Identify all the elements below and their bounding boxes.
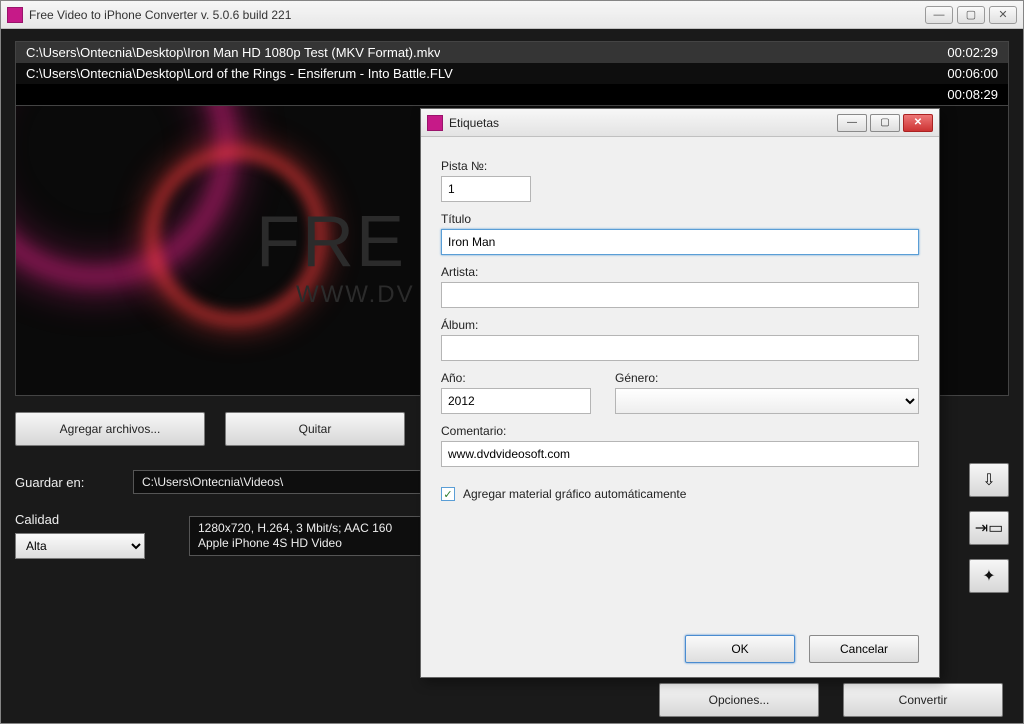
file-path: C:\Users\Ontecnia\Desktop\Lord of the Ri… (26, 66, 453, 81)
cancel-button[interactable]: Cancelar (809, 635, 919, 663)
app-icon (7, 7, 23, 23)
add-files-button[interactable]: Agregar archivos... (15, 412, 205, 446)
dialog-close-button[interactable]: ✕ (903, 114, 933, 132)
file-list[interactable]: C:\Users\Ontecnia\Desktop\Iron Man HD 10… (15, 41, 1009, 106)
main-titlebar: Free Video to iPhone Converter v. 5.0.6 … (1, 1, 1023, 29)
brand-watermark: FRE (256, 201, 406, 283)
artist-input[interactable] (441, 282, 919, 308)
move-down-button[interactable]: ⇩ (969, 463, 1009, 497)
dialog-maximize-button[interactable]: ▢ (870, 114, 900, 132)
comment-input[interactable] (441, 441, 919, 467)
file-total-row: 00:08:29 (16, 84, 1008, 105)
year-input[interactable] (441, 388, 591, 414)
file-duration: 00:06:00 (947, 66, 998, 81)
dialog-minimize-button[interactable]: — (837, 114, 867, 132)
minimize-button[interactable]: — (925, 6, 953, 24)
total-duration: 00:08:29 (947, 87, 998, 102)
track-input[interactable] (441, 176, 531, 202)
convert-button[interactable]: Convertir (843, 683, 1003, 717)
album-label: Álbum: (441, 318, 919, 332)
year-genre-row: Año: Género: (441, 371, 919, 414)
dialog-window-controls: — ▢ ✕ (837, 114, 933, 132)
window-title: Free Video to iPhone Converter v. 5.0.6 … (29, 8, 925, 22)
dialog-body: Pista №: Título Artista: Álbum: Año: Gén… (421, 137, 939, 513)
artwork-checkbox[interactable]: ✓ (441, 487, 455, 501)
remove-button[interactable]: Quitar (225, 412, 405, 446)
right-icon-column: ⇩ ⇥▭ ✦ (969, 463, 1009, 593)
genre-label: Género: (615, 371, 919, 385)
brand-url: WWW.DV (296, 281, 415, 309)
title-label: Título (441, 212, 919, 226)
file-row[interactable]: C:\Users\Ontecnia\Desktop\Iron Man HD 10… (16, 42, 1008, 63)
album-input[interactable] (441, 335, 919, 361)
file-path: C:\Users\Ontecnia\Desktop\Iron Man HD 10… (26, 45, 440, 60)
maximize-button[interactable]: ▢ (957, 6, 985, 24)
tags-dialog: Etiquetas — ▢ ✕ Pista №: Título Artista:… (420, 108, 940, 678)
file-duration: 00:02:29 (947, 45, 998, 60)
dialog-app-icon (427, 115, 443, 131)
save-in-label: Guardar en: (15, 475, 115, 490)
genre-select[interactable] (615, 388, 919, 414)
comment-label: Comentario: (441, 424, 919, 438)
dialog-title: Etiquetas (449, 116, 837, 130)
year-label: Año: (441, 371, 591, 385)
bottom-buttons: Opciones... Convertir (659, 683, 1003, 717)
dialog-titlebar: Etiquetas — ▢ ✕ (421, 109, 939, 137)
ok-button[interactable]: OK (685, 635, 795, 663)
effects-button[interactable]: ✦ (969, 559, 1009, 593)
title-input[interactable] (441, 229, 919, 255)
options-button[interactable]: Opciones... (659, 683, 819, 717)
quality-select[interactable]: Alta (15, 533, 145, 559)
artwork-checkbox-label: Agregar material gráfico automáticamente (463, 487, 686, 501)
close-button[interactable]: ✕ (989, 6, 1017, 24)
file-row[interactable]: C:\Users\Ontecnia\Desktop\Lord of the Ri… (16, 63, 1008, 84)
quality-label: Calidad (15, 512, 115, 527)
artwork-checkbox-row[interactable]: ✓ Agregar material gráfico automáticamen… (441, 487, 919, 501)
tags-button[interactable]: ⇥▭ (969, 511, 1009, 545)
window-controls: — ▢ ✕ (925, 6, 1017, 24)
track-label: Pista №: (441, 159, 919, 173)
dialog-button-row: OK Cancelar (685, 635, 919, 663)
artist-label: Artista: (441, 265, 919, 279)
